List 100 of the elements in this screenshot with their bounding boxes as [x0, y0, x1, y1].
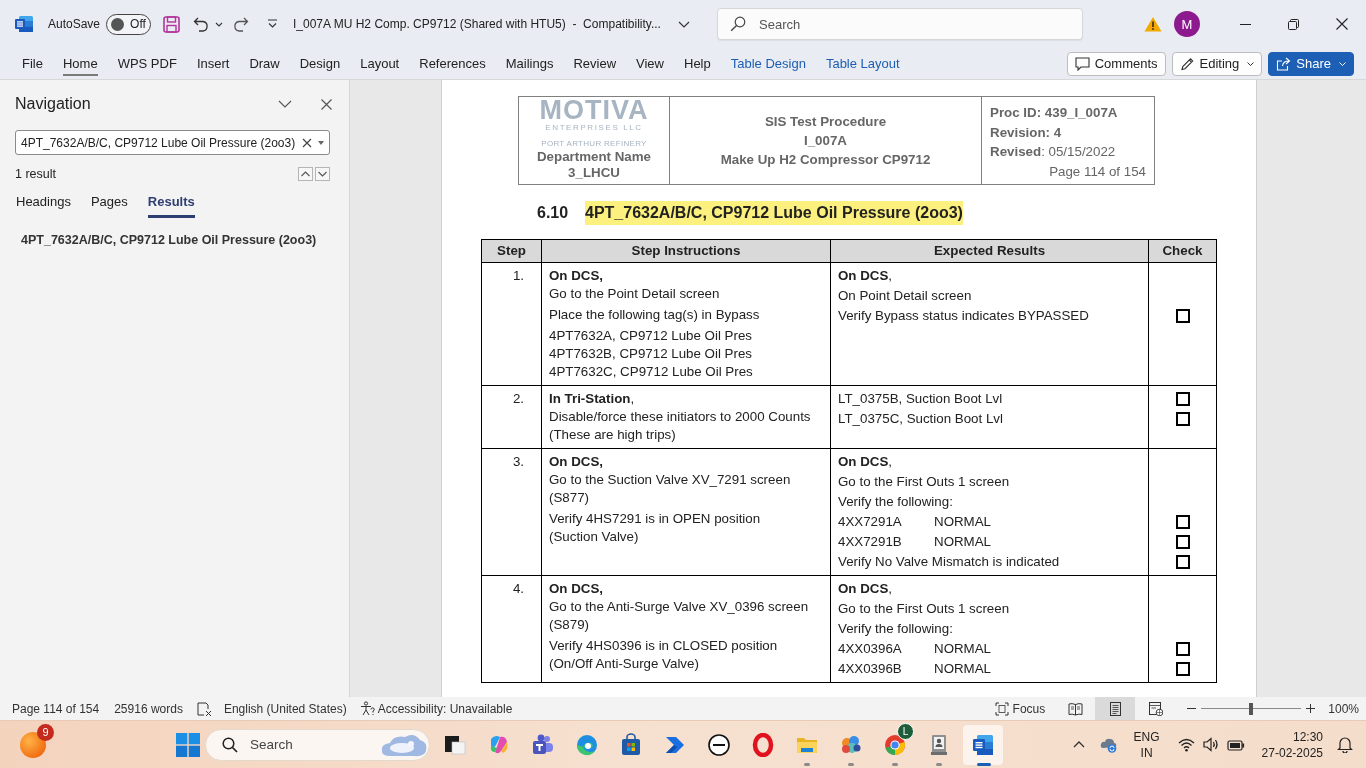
language-indicator[interactable]: English (United States) — [223, 701, 347, 716]
ring-icon[interactable] — [751, 732, 775, 757]
restore-icon[interactable] — [1288, 18, 1299, 30]
navigation-tab[interactable]: Pages — [90, 194, 128, 218]
ribbon-tab[interactable]: References — [419, 51, 486, 76]
instruction-text: Disable/force these initiators to 2000 Counts (These are high trips) — [549, 408, 812, 444]
zoom-in-icon[interactable] — [1306, 704, 1316, 713]
page-counter[interactable]: Page 114 of 154 — [12, 701, 100, 716]
wifi-icon[interactable] — [1177, 737, 1195, 752]
ribbon-tab[interactable]: Insert — [196, 51, 230, 76]
ribbon-tab[interactable]: File — [22, 51, 43, 76]
ribbon-tab[interactable]: Home — [62, 51, 98, 76]
pane-title: Navigation — [15, 95, 91, 113]
speaker-icon[interactable] — [1202, 737, 1220, 752]
ribbon-tab[interactable]: Review — [573, 51, 617, 76]
clear-icon[interactable] — [302, 137, 312, 148]
accessibility-icon[interactable] — [359, 701, 375, 716]
caret-icon[interactable] — [318, 140, 324, 145]
ribbon-tab[interactable]: Design — [299, 51, 341, 76]
accessibility-status[interactable]: Accessibility: Unavailable — [377, 701, 513, 716]
previous-result-icon[interactable] — [298, 167, 313, 181]
focus-label[interactable]: Focus — [1012, 701, 1046, 716]
app-badge: L — [897, 722, 914, 740]
instruction-text: 4PT7632B, CP9712 Lube Oil Pres — [549, 345, 753, 363]
share-icon — [1276, 56, 1292, 71]
ribbon-tab[interactable]: Help — [684, 51, 711, 76]
ribbon-tab[interactable]: View — [636, 51, 664, 76]
instruction-text: Go to the Anti-Surge Valve XV_0396 screen (S879) — [549, 598, 810, 634]
comments-button[interactable]: Comments — [1066, 51, 1166, 76]
proofing-icon[interactable] — [196, 701, 212, 716]
chevron-down-icon[interactable] — [278, 100, 292, 108]
ribbon-tab[interactable]: Mailings — [505, 51, 554, 76]
autosave-toggle[interactable]: Off — [106, 13, 152, 35]
close-icon[interactable] — [1336, 18, 1348, 30]
page-layout-icon — [1107, 701, 1123, 716]
shopping-bag-icon[interactable] — [619, 732, 643, 757]
warning-icon[interactable] — [1144, 16, 1162, 32]
caret-icon[interactable] — [215, 21, 224, 27]
pencil-icon — [1179, 56, 1195, 71]
caret-icon — [1247, 61, 1255, 66]
people-icon[interactable] — [531, 732, 555, 757]
zoom-level[interactable]: 100% — [1328, 701, 1359, 716]
column-header: Check — [1148, 239, 1217, 263]
search-field[interactable]: 4PT_7632A/B/C, CP9712 Lube Oil Pressure (2oo3) — [15, 130, 330, 155]
step-number: 4. — [512, 581, 524, 596]
result-text: Go to the First Outs 1 screen — [838, 600, 1011, 618]
result-count: 1 result — [15, 167, 56, 181]
ribbon-tab[interactable]: Draw — [249, 51, 280, 76]
ribbon-tab[interactable]: WPS PDF — [117, 51, 177, 76]
cloud-sync-icon[interactable] — [1099, 736, 1118, 753]
instruction-text: In Tri-Station, — [549, 390, 636, 408]
tag-name: 4XX7291A — [838, 513, 903, 531]
department-label: Department Name — [536, 149, 652, 165]
account-avatar[interactable]: M — [1174, 11, 1200, 37]
input-language[interactable]: ENG — [1133, 728, 1160, 745]
undo-icon[interactable] — [193, 16, 210, 32]
chevron-up-icon[interactable] — [1072, 741, 1085, 748]
focus-icon[interactable] — [994, 701, 1009, 716]
navigation-tab[interactable]: Results — [147, 194, 195, 218]
customize-icon[interactable] — [267, 19, 279, 29]
close-icon[interactable] — [321, 98, 332, 110]
instruction-text: On DCS, — [549, 580, 605, 598]
instruction-text: Go to the Suction Valve XV_7291 screen (S877) — [549, 471, 792, 507]
ribbon-tab[interactable]: Table Design — [730, 51, 806, 76]
circle-icon[interactable] — [707, 732, 731, 757]
result-text: Verify the following: — [838, 493, 954, 511]
procedure-detail: Page 114 of 154 — [1049, 162, 1147, 181]
slider-thumb[interactable] — [1249, 702, 1254, 715]
clock-time[interactable]: 12:30 — [1292, 728, 1323, 745]
input-language[interactable]: IN — [1140, 744, 1153, 761]
view-mode-button[interactable] — [1095, 697, 1136, 720]
autosave-label: AutoSave — [48, 17, 101, 31]
taskbar-search-field[interactable]: Search — [205, 728, 430, 761]
save-icon[interactable] — [163, 15, 181, 33]
search-result[interactable]: 4PT_7632A/B/C, CP9712 Lube Oil Pressure (2oo3) — [21, 233, 349, 247]
chevron-down-icon[interactable] — [677, 20, 690, 28]
result-text: Verify Bypass status indicates BYPASSED — [838, 307, 1090, 325]
search-field[interactable]: Search — [717, 8, 1083, 40]
next-result-icon[interactable] — [315, 167, 330, 181]
editing-mode-button[interactable]: Editing — [1171, 51, 1263, 76]
navigation-tab[interactable]: Headings — [16, 194, 71, 218]
instruction-text: 4PT7632C, CP9712 Lube Oil Pres — [549, 363, 754, 381]
site-name: PORT ARTHUR REFINERY — [541, 139, 647, 149]
share-button[interactable]: Share — [1268, 51, 1354, 76]
wave-icon[interactable] — [575, 732, 599, 757]
clock-date[interactable]: 27-02-2025 — [1261, 744, 1323, 761]
procedure-title: SIS Test Procedure — [764, 113, 887, 131]
app-logo-icon[interactable] — [15, 15, 33, 33]
status-text: NORMAL — [934, 533, 992, 551]
tag-name: 4XX0396A — [838, 640, 903, 658]
bell-icon[interactable] — [1337, 736, 1353, 753]
redo-icon[interactable] — [233, 16, 250, 32]
ribbon-tab[interactable]: Table Layout — [825, 51, 900, 76]
word-count[interactable]: 25916 words — [114, 701, 183, 716]
tag-name: 4XX0396B — [838, 660, 903, 678]
document-icon[interactable] — [963, 724, 1003, 765]
procedure-title: Make Up H2 Compressor CP9712 — [720, 151, 931, 169]
battery-icon[interactable] — [1226, 737, 1245, 752]
four-squares-icon[interactable] — [176, 732, 200, 757]
ribbon-tab[interactable]: Layout — [360, 51, 400, 76]
